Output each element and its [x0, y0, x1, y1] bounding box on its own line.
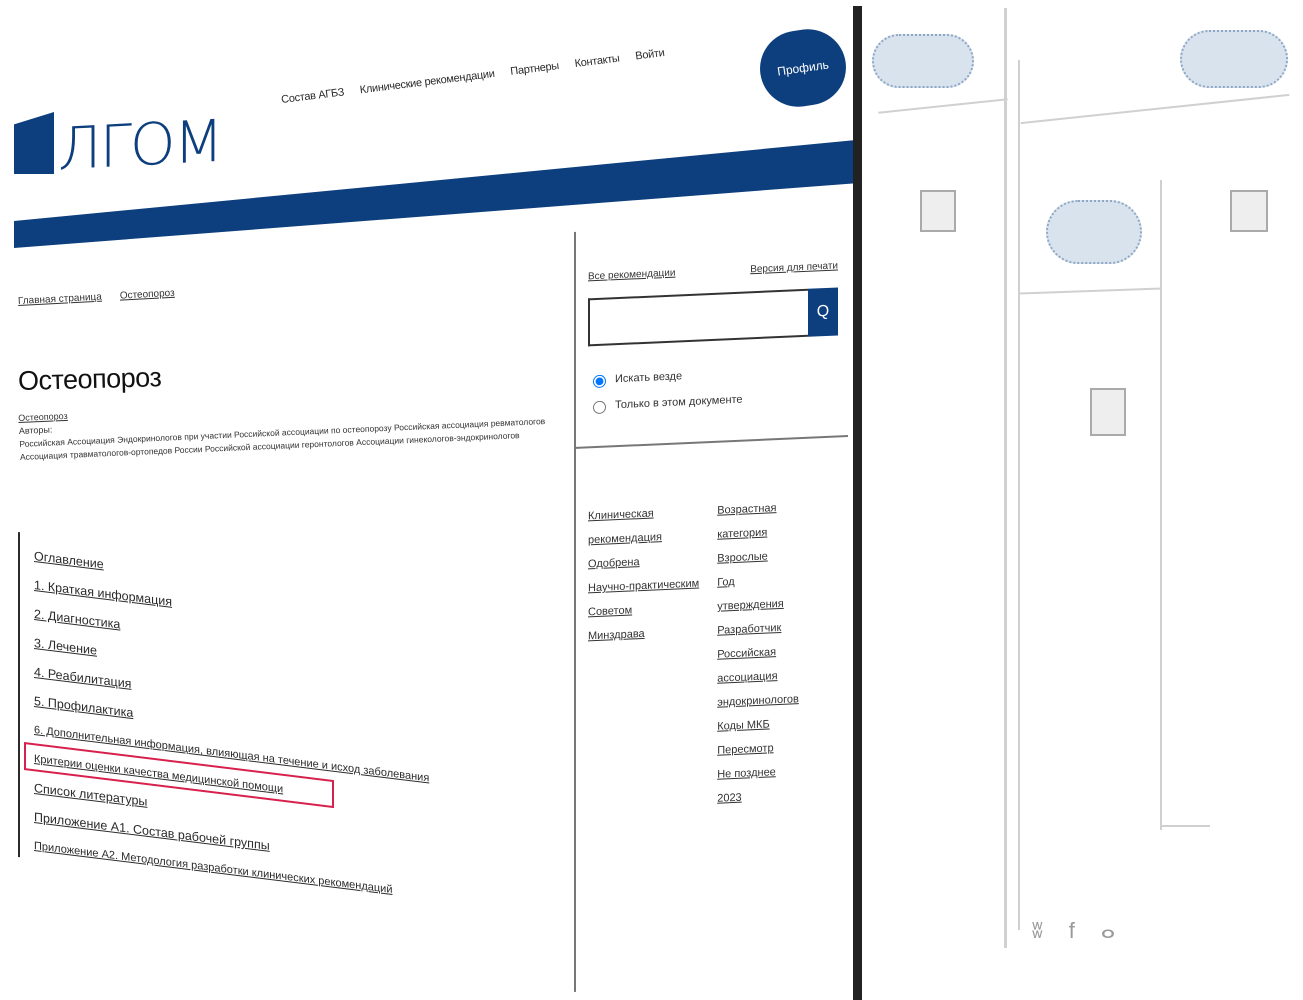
back-link[interactable]: Все рекомендации [588, 268, 675, 283]
sidebar-info: Клиническая рекомендация Одобрена Научно… [576, 437, 848, 817]
search-icon: Q [816, 302, 830, 321]
list-item: Возрастная [717, 495, 799, 523]
list-item: Разработчик [717, 615, 799, 643]
table-of-contents: Оглавление 1. Краткая информация 2. Диаг… [18, 532, 540, 922]
radio-search-everywhere[interactable]: Искать везде [588, 361, 848, 389]
info-link[interactable]: Коды МКБ [717, 718, 769, 732]
info-link[interactable]: Возрастная [717, 502, 776, 517]
radio-label: Искать везде [615, 370, 683, 386]
nav-item-login[interactable]: Войти [635, 47, 666, 62]
list-item: Минздрава [588, 620, 699, 649]
list-item: категория [717, 519, 799, 547]
ghost-pill [872, 34, 974, 88]
logo-text: ЛГОМ [58, 106, 222, 184]
info-link[interactable]: Разработчик [717, 622, 781, 637]
ghost-pill [1046, 200, 1142, 264]
info-link[interactable]: Год [717, 576, 735, 589]
ghost-line [1020, 287, 1162, 295]
radio-input[interactable] [593, 400, 606, 415]
toc-link[interactable]: 5. Профилактика [34, 694, 133, 720]
list-item: Научно-практическим [588, 572, 699, 601]
search-bar: Q [588, 287, 838, 347]
toc-link[interactable]: Оглавление [34, 549, 104, 572]
info-link[interactable]: категория [717, 527, 767, 541]
sidebar-header: Все рекомендации Версия для печати [576, 220, 848, 283]
meta-authors: Российская Ассоциация Эндокринологов при… [19, 416, 546, 462]
social-links: ʬ f ⴰ [1032, 918, 1115, 944]
logo-mark-icon [14, 112, 54, 174]
info-link[interactable]: ассоциация [717, 670, 777, 685]
radio-input[interactable] [593, 374, 606, 389]
list-item: Российская [717, 639, 799, 667]
ghost-line [1160, 825, 1210, 827]
list-item: эндокринологов [717, 687, 799, 715]
print-link[interactable]: Версия для печати [750, 260, 838, 275]
list-item: Коды МКБ [717, 711, 799, 739]
profile-button[interactable]: Профиль [755, 24, 851, 112]
odnoklassniki-icon[interactable]: ⴰ [1101, 918, 1115, 944]
breadcrumb-current[interactable]: Остеопороз [120, 288, 175, 302]
page-screenshot: ЛГОМ Состав АГБЗ Клинические рекомендаци… [0, 0, 1303, 1000]
ghost-line [1018, 60, 1020, 930]
toc-link[interactable]: 2. Диагностика [34, 607, 120, 632]
info-link[interactable]: Научно-практическим [588, 578, 699, 595]
list-item: 2023 [717, 783, 799, 811]
nav-item-guidelines[interactable]: Клинические рекомендации [359, 68, 495, 96]
breadcrumb: Главная страница Остеопороз [18, 288, 175, 307]
list-item: Пересмотр [717, 735, 799, 763]
list-item: Взрослые [717, 543, 799, 571]
search-button[interactable]: Q [808, 287, 838, 337]
breadcrumb-home[interactable]: Главная страница [18, 292, 102, 307]
list-item: ассоциация [717, 663, 799, 691]
logo[interactable]: ЛГОМ [14, 107, 222, 183]
ghost-line [1020, 93, 1290, 125]
ghost-line [1004, 8, 1007, 948]
info-link[interactable]: Не позднее [717, 766, 776, 781]
info-link[interactable]: Пересмотр [717, 742, 773, 756]
info-column-left: Клиническая рекомендация Одобрена Научно… [588, 500, 699, 817]
radio-search-document[interactable]: Только в этом документе [588, 387, 848, 415]
info-column-right: Возрастная категория Взрослые Год утверж… [717, 495, 799, 811]
ghost-line [1160, 180, 1162, 830]
vk-icon[interactable]: ʬ [1032, 918, 1043, 944]
ghost-box [1090, 388, 1126, 436]
info-link[interactable]: Советом [588, 604, 632, 618]
document-meta: Остеопороз Авторы: Российская Ассоциация… [18, 388, 560, 464]
nav-item-about[interactable]: Состав АГБЗ [281, 86, 345, 106]
info-link[interactable]: 2023 [717, 792, 741, 805]
list-item: Год [717, 567, 799, 595]
ghost-pill [1180, 30, 1288, 88]
right-sidebar: Все рекомендации Версия для печати Q Иск… [574, 220, 848, 993]
info-link[interactable]: Минздрава [588, 628, 645, 642]
info-link[interactable]: Российская [717, 646, 776, 661]
top-navigation: Состав АГБЗ Клинические рекомендации Пар… [277, 10, 738, 106]
search-input[interactable] [588, 288, 808, 347]
page-title: Остеопороз [17, 362, 162, 397]
meta-label: Авторы: [18, 424, 53, 436]
ghost-box [1230, 190, 1268, 232]
page-divider [853, 6, 862, 1000]
toc-link[interactable]: 4. Реабилитация [34, 665, 131, 691]
toc-link[interactable]: 3. Лечение [34, 636, 97, 658]
nav-item-partners[interactable]: Партнеры [510, 60, 560, 78]
info-link[interactable]: эндокринологов [717, 693, 799, 709]
nav-item-contacts[interactable]: Контакты [574, 53, 620, 70]
radio-label: Только в этом документе [615, 393, 743, 412]
ghost-box [920, 190, 956, 232]
info-link[interactable]: рекомендация [588, 531, 662, 546]
info-link[interactable]: утверждения [717, 598, 784, 613]
info-link[interactable]: Клиническая [588, 508, 654, 523]
ghost-line [878, 98, 1008, 114]
info-link[interactable]: Одобрена [588, 556, 640, 570]
info-link[interactable]: Взрослые [717, 551, 768, 565]
facebook-icon[interactable]: f [1069, 918, 1075, 944]
list-item: Не позднее [717, 759, 799, 787]
list-item: утверждения [717, 591, 799, 619]
